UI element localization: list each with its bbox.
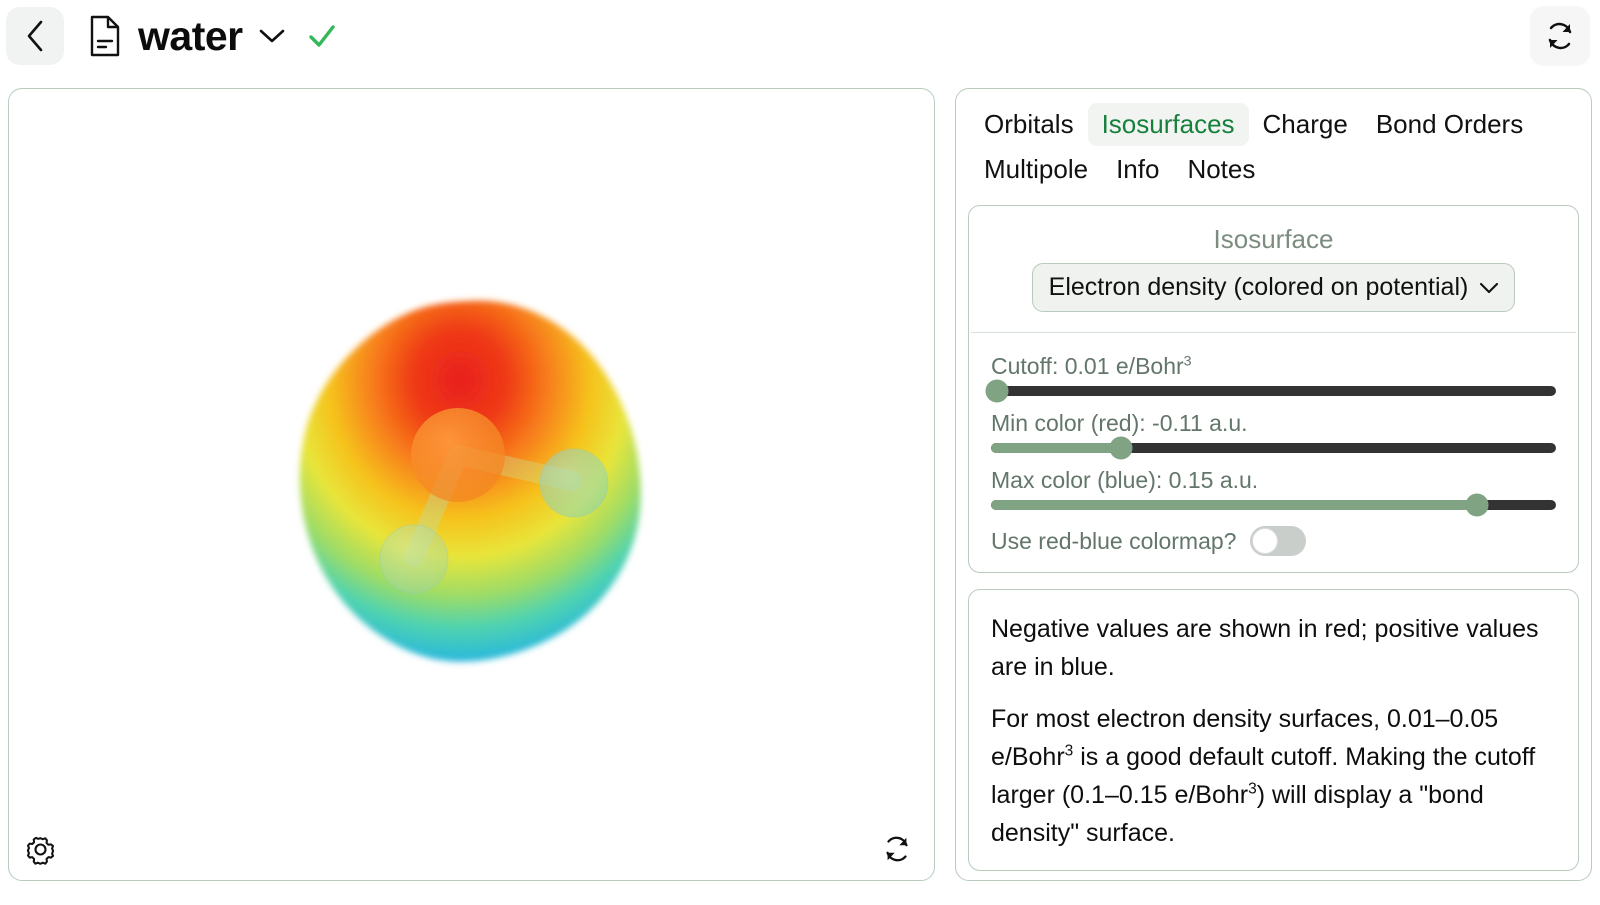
- chevron-down-icon: [1480, 282, 1499, 293]
- molecule-viewer[interactable]: [8, 88, 935, 881]
- slider-group: Cutoff: 0.01 e/Bohr3 Min color (red): -0…: [969, 333, 1578, 572]
- max-color-slider-fill: [991, 500, 1477, 510]
- cutoff-label-sup: 3: [1183, 353, 1192, 370]
- tab-charge[interactable]: Charge: [1249, 103, 1362, 146]
- info-paragraph-2: For most electron density surfaces, 0.01…: [991, 700, 1556, 852]
- min-color-slider-thumb[interactable]: [1109, 436, 1133, 460]
- info-paragraph-1: Negative values are shown in red; positi…: [991, 615, 1539, 681]
- tab-info[interactable]: Info: [1102, 148, 1173, 191]
- min-color-slider-label: Min color (red): -0.11 a.u.: [991, 410, 1248, 436]
- cutoff-slider[interactable]: [985, 379, 1556, 403]
- chevron-down-icon: [259, 29, 284, 43]
- isosurface-card: Isosurface Electron density (colored on …: [968, 205, 1579, 573]
- info-card: Negative values are shown in red; positi…: [968, 589, 1579, 871]
- isosurface-select-row: Electron density (colored on potential): [969, 263, 1578, 332]
- tab-notes[interactable]: Notes: [1173, 148, 1269, 191]
- atom-hydrogen-2: [379, 524, 448, 593]
- electron-density-surface: [299, 300, 641, 662]
- colormap-toggle-row: Use red-blue colormap?: [991, 526, 1556, 556]
- title-dropdown-button[interactable]: [257, 26, 287, 46]
- refresh-icon: [886, 836, 908, 862]
- cutoff-slider-label: Cutoff: 0.01 e/Bohr3: [991, 353, 1556, 380]
- max-color-slider[interactable]: [991, 493, 1556, 517]
- refresh-icon: [1548, 22, 1572, 50]
- tab-orbitals[interactable]: Orbitals: [970, 103, 1088, 146]
- page-title: water: [138, 12, 243, 59]
- tab-bar: Orbitals Isosurfaces Charge Bond Orders …: [968, 99, 1579, 191]
- isosurface-card-header: Isosurface: [969, 206, 1578, 263]
- viewer-settings-button[interactable]: [23, 832, 59, 868]
- cutoff-slider-thumb[interactable]: [985, 379, 1009, 403]
- molecule-render[interactable]: [9, 89, 934, 880]
- cutoff-label-text: Cutoff: 0.01 e/Bohr: [991, 353, 1184, 379]
- properties-panel: Orbitals Isosurfaces Charge Bond Orders …: [955, 88, 1592, 881]
- colormap-toggle[interactable]: [1250, 526, 1307, 556]
- chevron-left-icon: [27, 20, 43, 52]
- max-color-slider-thumb[interactable]: [1465, 493, 1489, 517]
- colormap-toggle-label: Use red-blue colormap?: [991, 527, 1237, 554]
- status-badge: [307, 22, 337, 50]
- app-header: water: [0, 0, 1600, 72]
- back-button[interactable]: [6, 7, 64, 65]
- min-color-slider-fill: [991, 443, 1121, 453]
- info-p2-sup-2: 3: [1248, 780, 1257, 798]
- tab-multipole[interactable]: Multipole: [970, 148, 1102, 191]
- min-color-slider[interactable]: [991, 436, 1556, 460]
- tab-isosurfaces[interactable]: Isosurfaces: [1087, 103, 1249, 146]
- colormap-toggle-knob: [1252, 528, 1279, 554]
- isosurface-card-title: Isosurface: [1213, 224, 1334, 254]
- info-p2-sup-1: 3: [1064, 742, 1074, 760]
- isosurface-type-select[interactable]: Electron density (colored on potential): [1031, 263, 1516, 312]
- check-icon: [308, 25, 335, 47]
- gear-icon: [26, 836, 55, 865]
- max-color-slider-label: Max color (blue): 0.15 a.u.: [991, 467, 1259, 493]
- atom-hydrogen-1: [539, 448, 608, 517]
- atom-oxygen: [410, 407, 505, 502]
- document-icon: [88, 15, 122, 57]
- viewer-refresh-button[interactable]: [880, 832, 914, 866]
- refresh-button[interactable]: [1530, 6, 1590, 66]
- tab-bond-orders[interactable]: Bond Orders: [1362, 103, 1537, 146]
- isosurface-type-value: Electron density (colored on potential): [1048, 273, 1469, 301]
